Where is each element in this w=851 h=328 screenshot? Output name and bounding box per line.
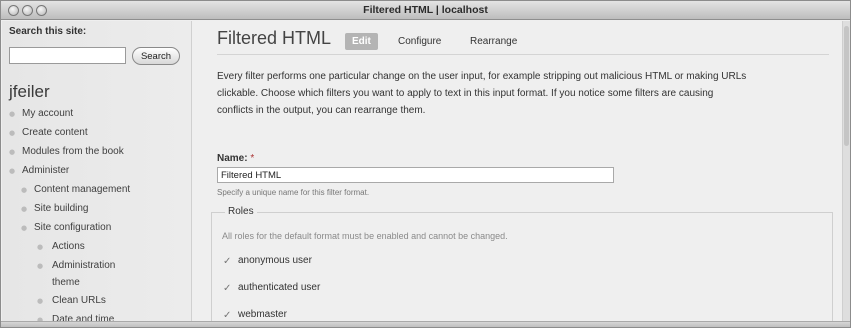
- search-input[interactable]: [9, 47, 126, 64]
- search-button[interactable]: Search: [132, 47, 180, 65]
- nav-item-clean-urls[interactable]: Clean URLs: [52, 295, 106, 306]
- bullet-icon: ●: [21, 186, 28, 194]
- nav-item-administration[interactable]: Administration: [52, 260, 115, 271]
- minimize-window-button[interactable]: [22, 5, 33, 16]
- description-line: clickable. Choose which filters you want…: [217, 88, 714, 99]
- window-title: Filtered HTML | localhost: [363, 4, 488, 16]
- roles-fieldset: Roles All roles for the default format m…: [211, 206, 833, 327]
- name-label-text: Name:: [217, 153, 248, 164]
- main-content: Filtered HTML Edit Configure Rearrange E…: [201, 21, 841, 327]
- bullet-icon: ●: [21, 224, 28, 232]
- window-titlebar[interactable]: Filtered HTML | localhost: [1, 1, 850, 20]
- page-title: Filtered HTML: [217, 28, 332, 48]
- bullet-icon: ●: [37, 262, 44, 270]
- username-heading: jfeiler: [9, 82, 50, 101]
- tab-configure[interactable]: Configure: [391, 33, 448, 50]
- scrollbar-thumb[interactable]: [844, 26, 849, 146]
- divider: [217, 54, 829, 55]
- bullet-icon: ●: [37, 297, 44, 305]
- bullet-icon: ●: [9, 148, 16, 156]
- zoom-window-button[interactable]: [36, 5, 47, 16]
- search-label: Search this site:: [9, 26, 87, 37]
- role-label-anonymous-user: anonymous user: [238, 255, 312, 266]
- nav-item-my-account[interactable]: My account: [22, 108, 73, 119]
- bullet-icon: ●: [9, 167, 16, 175]
- nav-item-create-content[interactable]: Create content: [22, 127, 88, 138]
- tab-rearrange[interactable]: Rearrange: [463, 33, 524, 50]
- bullet-icon: ●: [21, 205, 28, 213]
- bullet-icon: ●: [37, 243, 44, 251]
- filter-description: Every filter performs one particular cha…: [217, 68, 827, 119]
- nav-item-actions[interactable]: Actions: [52, 241, 85, 252]
- role-checkbox-anonymous-user[interactable]: ✓: [223, 256, 234, 267]
- nav-item-administer[interactable]: Administer: [22, 165, 69, 176]
- name-field[interactable]: [217, 167, 614, 183]
- roles-legend: Roles: [225, 206, 257, 217]
- description-line: Every filter performs one particular cha…: [217, 71, 747, 82]
- nav-item-site-building[interactable]: Site building: [34, 203, 88, 214]
- name-field-label: Name: *: [217, 153, 254, 164]
- nav-item-site-configuration[interactable]: Site configuration: [34, 222, 111, 233]
- nav-item-administration-theme[interactable]: theme: [52, 277, 80, 288]
- tab-edit[interactable]: Edit: [345, 33, 378, 50]
- name-help-text: Specify a unique name for this filter fo…: [217, 188, 370, 197]
- description-line: conflicts in the output, you can rearran…: [217, 105, 426, 116]
- bullet-icon: ●: [9, 129, 16, 137]
- browser-window: Filtered HTML | localhost Search this si…: [0, 0, 851, 328]
- bullet-icon: ●: [9, 110, 16, 118]
- window-statusbar: [1, 321, 850, 327]
- vertical-scrollbar[interactable]: [842, 21, 850, 321]
- role-label-authenticated-user: authenticated user: [238, 282, 321, 293]
- nav-item-content-management[interactable]: Content management: [34, 184, 130, 195]
- required-marker: *: [250, 153, 255, 164]
- role-label-webmaster: webmaster: [238, 309, 287, 320]
- sidebar: Search this site: Search jfeiler ● My ac…: [2, 21, 192, 325]
- nav-item-modules-from-the-book[interactable]: Modules from the book: [22, 146, 124, 157]
- roles-help-text: All roles for the default format must be…: [222, 231, 508, 241]
- role-checkbox-webmaster[interactable]: ✓: [223, 310, 234, 321]
- role-checkbox-authenticated-user[interactable]: ✓: [223, 283, 234, 294]
- close-window-button[interactable]: [8, 5, 19, 16]
